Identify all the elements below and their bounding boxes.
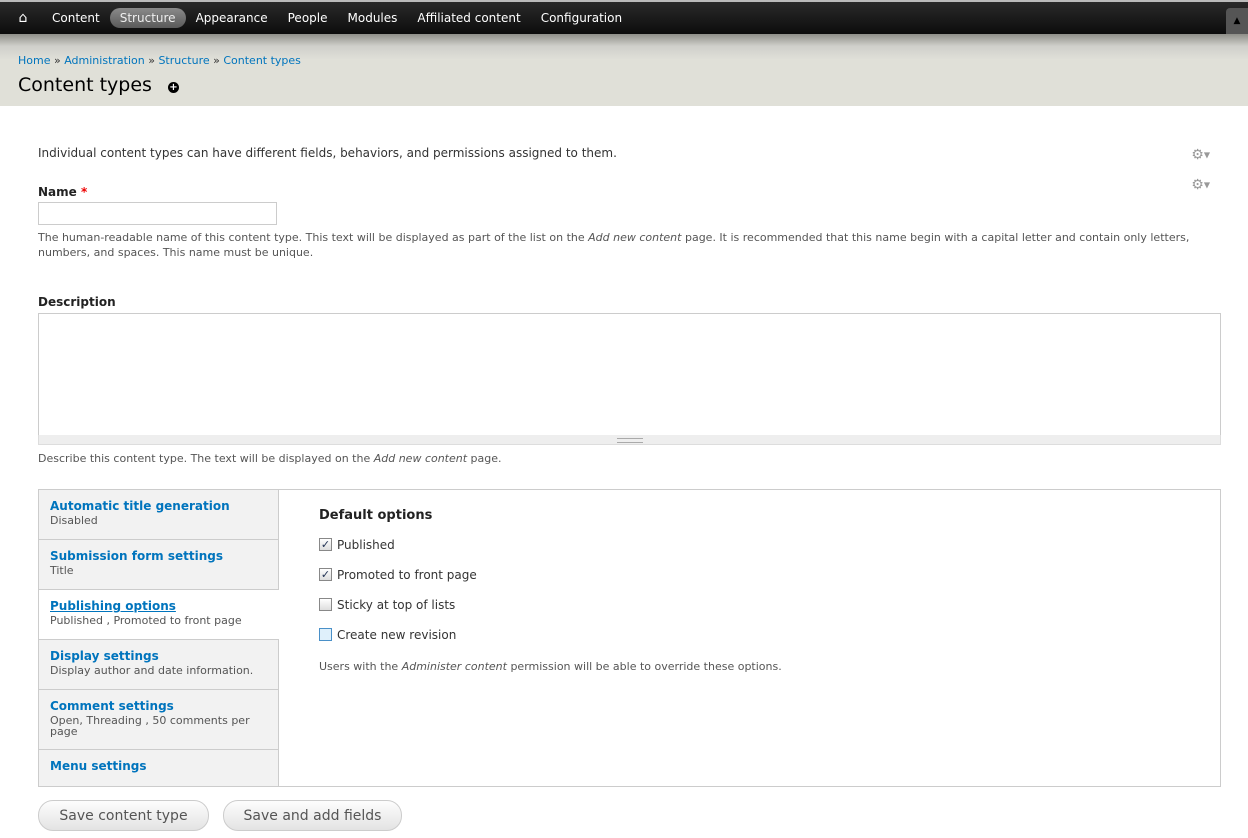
toolbar-structure[interactable]: Structure <box>109 8 186 28</box>
contextual-gear-icon[interactable]: ⚙▼ <box>1191 177 1210 193</box>
description-label: Description <box>38 295 116 309</box>
note-em: Administer content <box>401 660 507 673</box>
home-icon[interactable]: ⌂ <box>14 9 32 27</box>
toolbar-appearance[interactable]: Appearance <box>186 8 278 28</box>
checkbox-create-revision[interactable]: Create new revision <box>319 626 782 643</box>
desc-help-pre: Describe this content type. The text wil… <box>38 452 374 465</box>
checkbox-promoted[interactable]: ✓ Promoted to front page <box>319 566 782 583</box>
checkbox-label[interactable]: Promoted to front page <box>337 568 477 582</box>
checkbox-label[interactable]: Sticky at top of lists <box>337 598 455 612</box>
checkbox-label[interactable]: Published <box>337 538 395 552</box>
note-pre: Users with the <box>319 660 402 673</box>
page-title: Content types + <box>18 74 179 96</box>
tab-summary: Title <box>50 564 74 577</box>
checkbox-checked-icon[interactable]: ✓ <box>319 538 332 551</box>
desc-help-post: page. <box>467 452 502 465</box>
tab-comment-settings[interactable]: Comment settings Open, Threading , 50 com… <box>39 690 278 750</box>
tab-submission-form-settings[interactable]: Submission form settings Title <box>39 540 278 590</box>
checkbox-unchecked-icon[interactable] <box>319 598 332 611</box>
toolbar-affiliated-content[interactable]: Affiliated content <box>407 8 530 28</box>
name-label: Name * <box>38 185 87 199</box>
desc-help-em: Add new content <box>373 452 468 465</box>
add-shortcut-icon[interactable]: + <box>167 81 179 93</box>
breadcrumb-structure[interactable]: Structure <box>158 54 209 67</box>
override-note: Users with the Administer content permis… <box>319 660 782 673</box>
note-post: permission will be able to override thes… <box>506 660 782 673</box>
vertical-tabs: Automatic title generation Disabled Submi… <box>38 489 1221 787</box>
description-help: Describe this content type. The text wil… <box>38 451 502 466</box>
breadcrumb: Home » Administration » Structure » Cont… <box>18 54 301 67</box>
checkbox-published[interactable]: ✓ Published <box>319 536 782 553</box>
tab-title[interactable]: Comment settings <box>50 699 268 713</box>
tab-summary: Published , Promoted to front page <box>50 614 242 627</box>
admin-toolbar: ⌂ Content Structure Appearance People Mo… <box>0 0 1248 34</box>
tab-title[interactable]: Automatic title generation <box>50 499 268 513</box>
tab-title[interactable]: Display settings <box>50 649 268 663</box>
save-and-add-fields-button[interactable]: Save and add fields <box>223 800 402 831</box>
name-label-text: Name <box>38 185 77 199</box>
tab-summary: Disabled <box>50 514 98 527</box>
checkbox-checked-icon[interactable]: ✓ <box>319 568 332 581</box>
tab-menu-settings[interactable]: Menu settings <box>39 750 278 800</box>
vertical-tabs-menu: Automatic title generation Disabled Submi… <box>39 490 279 786</box>
tab-automatic-title-generation[interactable]: Automatic title generation Disabled <box>39 490 278 540</box>
default-options-heading: Default options <box>319 508 433 523</box>
name-input[interactable] <box>38 202 277 225</box>
tab-display-settings[interactable]: Display settings Display author and date … <box>39 640 278 690</box>
tab-title[interactable]: Submission form settings <box>50 549 268 563</box>
tab-title[interactable]: Menu settings <box>50 759 268 773</box>
name-desc-pre: The human-readable name of this content … <box>38 231 589 244</box>
description-textarea[interactable] <box>38 313 1221 436</box>
name-desc-em: Add new content <box>588 231 682 244</box>
tab-summary: Open, Threading , 50 comments per page <box>50 714 250 738</box>
page-header: Home » Administration » Structure » Cont… <box>0 34 1248 106</box>
publishing-options-pane: Default options ✓ Published ✓ Promoted to … <box>319 508 782 673</box>
toolbar-content[interactable]: Content <box>42 8 110 28</box>
checkbox-label[interactable]: Create new revision <box>337 628 456 642</box>
toolbar-people[interactable]: People <box>278 8 338 28</box>
breadcrumb-administration[interactable]: Administration <box>64 54 145 67</box>
toolbar-modules[interactable]: Modules <box>338 8 408 28</box>
save-content-type-button[interactable]: Save content type <box>38 800 209 831</box>
textarea-resize-grip[interactable] <box>38 435 1221 445</box>
tab-publishing-options[interactable]: Publishing options Published , Promoted t… <box>39 590 279 640</box>
toolbar-toggle-icon[interactable]: ▲ <box>1226 8 1248 34</box>
breadcrumb-content-types[interactable]: Content types <box>223 54 301 67</box>
tab-summary: Display author and date information. <box>50 664 254 677</box>
required-mark: * <box>80 185 88 199</box>
toolbar-configuration[interactable]: Configuration <box>531 8 632 28</box>
checkbox-sticky[interactable]: Sticky at top of lists <box>319 596 782 613</box>
intro-text: Individual content types can have differ… <box>38 146 617 160</box>
page-title-text: Content types <box>18 74 152 96</box>
tab-title[interactable]: Publishing options <box>50 599 269 613</box>
breadcrumb-home[interactable]: Home <box>18 54 50 67</box>
checkbox-unchecked-icon[interactable] <box>319 628 332 641</box>
contextual-gear-icon[interactable]: ⚙▼ <box>1191 147 1210 163</box>
name-description: The human-readable name of this content … <box>38 230 1218 260</box>
